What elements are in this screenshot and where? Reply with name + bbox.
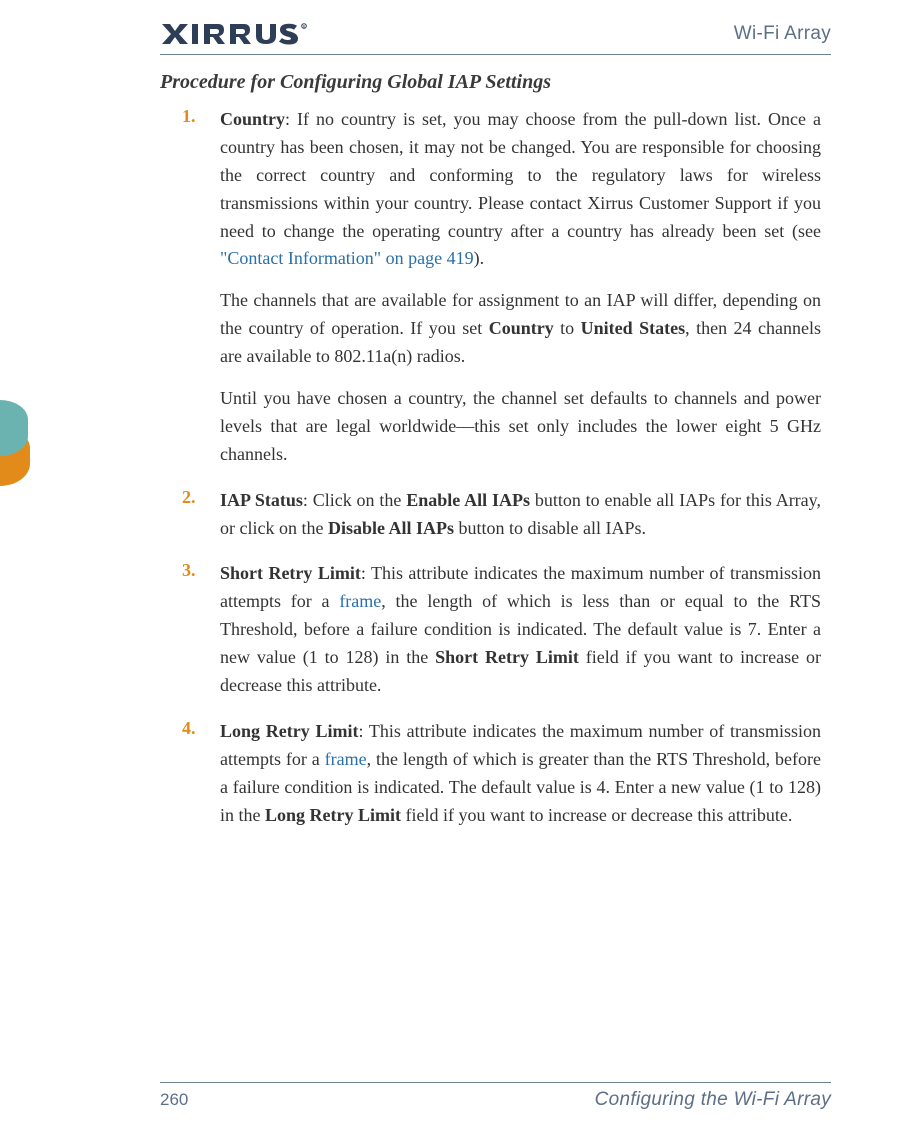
bold: Long Retry Limit bbox=[265, 805, 401, 825]
page-header: R Wi-Fi Array bbox=[160, 20, 831, 55]
content: 1. Country: If no country is set, you ma… bbox=[220, 106, 821, 829]
item-number: 1. bbox=[182, 106, 196, 127]
footer-section: Configuring the Wi-Fi Array bbox=[595, 1089, 831, 1111]
term: Short Retry Limit bbox=[220, 563, 361, 583]
item-number: 4. bbox=[182, 718, 196, 739]
paragraph: Long Retry Limit: This attribute indicat… bbox=[220, 718, 821, 830]
paragraph: Short Retry Limit: This attribute indica… bbox=[220, 560, 821, 699]
page-footer: 260 Configuring the Wi-Fi Array bbox=[160, 1082, 831, 1111]
paragraph: IAP Status: Click on the Enable All IAPs… bbox=[220, 487, 821, 543]
text: : Click on the bbox=[303, 490, 406, 510]
xirrus-logo-icon: R bbox=[160, 20, 310, 48]
logo: R bbox=[160, 20, 310, 48]
glossary-link[interactable]: frame bbox=[339, 591, 381, 611]
text: : If no country is set, you may choose f… bbox=[220, 109, 821, 241]
page: R Wi-Fi Array Procedure for Configuring … bbox=[0, 0, 901, 1137]
glossary-link[interactable]: frame bbox=[325, 749, 367, 769]
crossref-link[interactable]: "Contact Information" on page 419 bbox=[220, 248, 474, 268]
list-item: 3. Short Retry Limit: This attribute ind… bbox=[220, 560, 821, 699]
svg-text:R: R bbox=[303, 24, 306, 29]
bold: Disable All IAPs bbox=[328, 518, 454, 538]
text: Until you have chosen a country, the cha… bbox=[220, 388, 821, 464]
paragraph: Until you have chosen a country, the cha… bbox=[220, 385, 821, 469]
list-item: 1. Country: If no country is set, you ma… bbox=[220, 106, 821, 469]
text: ). bbox=[474, 248, 485, 268]
list-item: 2. IAP Status: Click on the Enable All I… bbox=[220, 487, 821, 543]
paragraph: The channels that are available for assi… bbox=[220, 287, 821, 371]
bold: Enable All IAPs bbox=[406, 490, 530, 510]
header-product: Wi-Fi Array bbox=[734, 23, 831, 45]
item-number: 2. bbox=[182, 487, 196, 508]
text: field if you want to increase or decreas… bbox=[401, 805, 792, 825]
page-number: 260 bbox=[160, 1090, 188, 1110]
bold: United States bbox=[581, 318, 685, 338]
term: IAP Status bbox=[220, 490, 303, 510]
paragraph: Country: If no country is set, you may c… bbox=[220, 106, 821, 273]
item-number: 3. bbox=[182, 560, 196, 581]
term: Country bbox=[220, 109, 285, 129]
term: Long Retry Limit bbox=[220, 721, 358, 741]
text: to bbox=[554, 318, 581, 338]
section-title: Procedure for Configuring Global IAP Set… bbox=[160, 71, 841, 94]
bold: Short Retry Limit bbox=[435, 647, 579, 667]
bold: Country bbox=[489, 318, 554, 338]
list-item: 4. Long Retry Limit: This attribute indi… bbox=[220, 718, 821, 830]
text: button to disable all IAPs. bbox=[454, 518, 646, 538]
